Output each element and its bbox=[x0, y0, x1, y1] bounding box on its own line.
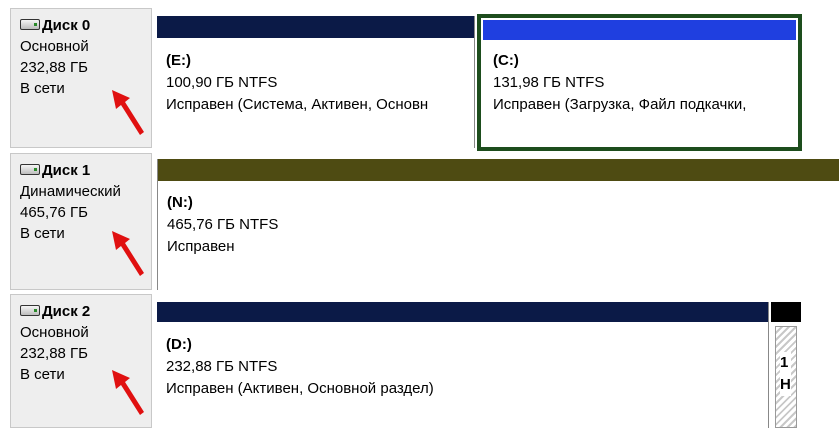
partition-size: 232,88 ГБ NTFS bbox=[166, 358, 278, 375]
partition-bar bbox=[157, 302, 768, 322]
disk-name-2: Диск 2 bbox=[20, 301, 151, 322]
hard-drive-icon bbox=[20, 19, 40, 30]
disk-name-label: Диск 2 bbox=[42, 303, 91, 320]
partition-c[interactable]: (C:) 131,98 ГБ NTFS Исправен (Загрузка, … bbox=[477, 14, 802, 151]
partition-text: 1 Н bbox=[780, 352, 791, 396]
partition-text: (E:) 100,90 ГБ NTFS Исправен (Система, А… bbox=[166, 50, 471, 116]
disk-type: Основной bbox=[20, 324, 89, 341]
partition-small[interactable]: 1 Н bbox=[771, 302, 801, 428]
partition-letter: (D:) bbox=[166, 336, 192, 353]
disk-size: 232,88 ГБ bbox=[20, 345, 89, 362]
disk-name-0: Диск 0 bbox=[20, 15, 151, 36]
disk-size: 465,76 ГБ bbox=[20, 204, 89, 221]
disk-row-0: Диск 0 Основной 232,88 ГБ В сети (E:) 10… bbox=[0, 8, 839, 151]
partition-size: 100,90 ГБ NTFS bbox=[166, 74, 278, 91]
red-arrow-icon bbox=[112, 370, 144, 415]
disk-name-1: Диск 1 bbox=[20, 160, 151, 181]
partition-text: (N:) 465,76 ГБ NTFS Исправен bbox=[167, 192, 278, 258]
partition-text: (D:) 232,88 ГБ NTFS Исправен (Активен, О… bbox=[166, 334, 434, 400]
hard-drive-icon bbox=[20, 305, 40, 316]
partition-bar bbox=[483, 20, 796, 40]
partition-text: (C:) 131,98 ГБ NTFS Исправен (Загрузка, … bbox=[493, 50, 793, 116]
partition-letter: (N:) bbox=[167, 194, 193, 211]
disk-row-2: Диск 2 Основной 232,88 ГБ В сети (D:) 23… bbox=[0, 294, 839, 428]
partition-letter: (E:) bbox=[166, 52, 191, 69]
partition-letter: (C:) bbox=[493, 52, 519, 69]
disk-size: 232,88 ГБ bbox=[20, 59, 89, 76]
disk-type: Динамический bbox=[20, 183, 121, 200]
hard-drive-icon bbox=[20, 164, 40, 175]
partition-bar bbox=[158, 159, 839, 181]
partition-health: Исправен bbox=[167, 238, 235, 255]
partition-line-2: Н bbox=[780, 374, 791, 396]
disk-type: Основной bbox=[20, 38, 89, 55]
red-arrow-icon bbox=[112, 90, 144, 135]
partition-bar bbox=[771, 302, 801, 322]
partition-health: Исправен (Система, Активен, Основн bbox=[166, 96, 429, 113]
partition-health: Исправен (Загрузка, Файл подкачки, bbox=[493, 96, 747, 113]
partition-n[interactable]: (N:) 465,76 ГБ NTFS Исправен bbox=[157, 159, 839, 290]
partition-d[interactable]: (D:) 232,88 ГБ NTFS Исправен (Активен, О… bbox=[157, 302, 769, 428]
partition-bar bbox=[157, 16, 474, 38]
disk-name-label: Диск 1 bbox=[42, 162, 91, 179]
partition-size: 465,76 ГБ NTFS bbox=[167, 216, 279, 233]
partition-health: Исправен (Активен, Основной раздел) bbox=[166, 380, 434, 397]
disk-row-1: Диск 1 Динамический 465,76 ГБ В сети (N:… bbox=[0, 153, 839, 290]
red-arrow-icon bbox=[112, 231, 144, 276]
partition-line-1: 1 bbox=[780, 352, 791, 374]
partition-size: 131,98 ГБ NTFS bbox=[493, 74, 605, 91]
disk-name-label: Диск 0 bbox=[42, 17, 91, 34]
partition-e[interactable]: (E:) 100,90 ГБ NTFS Исправен (Система, А… bbox=[157, 16, 475, 148]
